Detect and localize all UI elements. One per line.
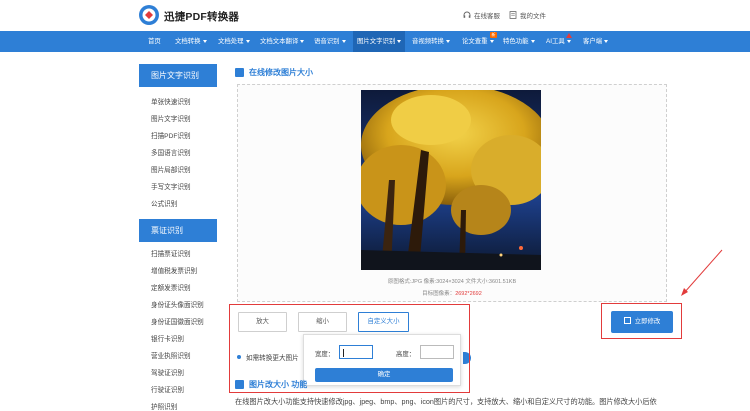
- chevron-down-icon: [202, 39, 207, 43]
- nav-image-ocr[interactable]: 图片文字识别: [353, 31, 406, 52]
- nav-paper-check-label: 论文查重: [462, 38, 488, 45]
- section-marker-icon: [235, 68, 244, 77]
- nav-features-label: 特色功能: [503, 38, 529, 45]
- nav-speech[interactable]: 语音识别: [314, 31, 346, 52]
- nav-paper-check[interactable]: 论文查重: [462, 31, 494, 52]
- online-service-link[interactable]: 在线客服: [463, 10, 500, 20]
- page: 迅捷PDF转换器 在线客服 我的文件 首页 文档转换 文档处理 文档文本翻译 语…: [0, 0, 750, 411]
- sidebar-item[interactable]: 多国语言识别: [139, 145, 217, 162]
- chevron-down-icon: [397, 39, 402, 43]
- nav-av-convert-label: 音视频转换: [412, 38, 444, 45]
- sidebar-group-title-ocr[interactable]: 图片文字识别: [139, 64, 217, 87]
- page-title-text: 在线修改图片大小: [249, 68, 313, 77]
- top-header: 迅捷PDF转换器 在线客服 我的文件: [0, 0, 750, 30]
- nav-client-label: 客户端: [583, 38, 603, 45]
- annotation-highlight-apply: [601, 303, 682, 339]
- ginkgo-tree-photo-icon: [361, 90, 541, 270]
- chevron-down-icon: [445, 39, 450, 43]
- headset-icon: [463, 11, 471, 18]
- chevron-down-icon: [566, 39, 571, 43]
- my-files-link[interactable]: 我的文件: [509, 10, 546, 20]
- nav-doc-process[interactable]: 文档处理: [218, 31, 250, 52]
- nav-doc-process-label: 文档处理: [218, 38, 244, 45]
- new-badge: 新: [490, 32, 497, 38]
- image-meta-original: 原图格式:JPG 像素:3024×3024 文件大小:3601.51KB: [387, 279, 517, 285]
- nav-doc-translate-label: 文档文本翻译: [260, 38, 299, 45]
- annotation-highlight-tools: [229, 304, 470, 393]
- sidebar-item[interactable]: 驾驶证识别: [139, 365, 217, 382]
- chevron-down-icon: [604, 39, 609, 43]
- target-size-label: 目标图像素：: [422, 291, 456, 297]
- nav-doc-convert[interactable]: 文档转换: [175, 31, 207, 52]
- chevron-down-icon: [489, 39, 494, 43]
- sidebar-item[interactable]: 单张快速识别: [139, 94, 217, 111]
- app-logo-icon[interactable]: [138, 4, 160, 26]
- nav-home-label: 首页: [148, 38, 161, 45]
- nav-home[interactable]: 首页: [148, 31, 161, 52]
- chevron-down-icon: [300, 39, 305, 43]
- sidebar-item[interactable]: 营业执照识别: [139, 348, 217, 365]
- sidebar-item[interactable]: 身份证头像面识别: [139, 297, 217, 314]
- nav-speech-label: 语音识别: [314, 38, 340, 45]
- sidebar-item[interactable]: 行驶证识别: [139, 382, 217, 399]
- nav-features[interactable]: 特色功能: [503, 31, 535, 52]
- chevron-down-icon: [245, 39, 250, 43]
- my-files-label: 我的文件: [520, 13, 546, 20]
- sidebar-item[interactable]: 定额发票识别: [139, 280, 217, 297]
- file-icon: [509, 11, 517, 19]
- sidebar-item[interactable]: 护照识别: [139, 399, 217, 411]
- brand-name[interactable]: 迅捷PDF转换器: [164, 9, 239, 24]
- online-service-label: 在线客服: [474, 13, 500, 20]
- nav-av-convert[interactable]: 音视频转换: [412, 31, 450, 52]
- feature-description: 在线图片改大小功能支持快速修改jpg、jpeg、bmp、png、icon图片的尺…: [235, 397, 657, 406]
- sidebar-group-title-tickets[interactable]: 票证识别: [139, 219, 217, 242]
- sidebar-item[interactable]: 增值税发票识别: [139, 263, 217, 280]
- sidebar-item[interactable]: 身份证国徽面识别: [139, 314, 217, 331]
- sidebar-item[interactable]: 扫描票证识别: [139, 246, 217, 263]
- main-nav: 首页 文档转换 文档处理 文档文本翻译 语音识别 图片文字识别 音视频转换 论文…: [0, 31, 750, 52]
- sidebar-item[interactable]: 扫描PDF识别: [139, 128, 217, 145]
- target-size-value: 2692*2692: [455, 291, 482, 297]
- sidebar: 图片文字识别 单张快速识别 图片文字识别 扫描PDF识别 多国语言识别 图片局部…: [139, 64, 217, 411]
- preview-image: [361, 90, 541, 270]
- nav-doc-translate[interactable]: 文档文本翻译: [260, 31, 305, 52]
- chevron-down-icon: [341, 39, 346, 43]
- sidebar-item[interactable]: 公式识别: [139, 196, 217, 213]
- sidebar-item[interactable]: 银行卡识别: [139, 331, 217, 348]
- page-title: 在线修改图片大小: [235, 67, 313, 78]
- image-meta-target: 目标图像素：2692*2692: [237, 289, 667, 297]
- sidebar-item[interactable]: 图片文字识别: [139, 111, 217, 128]
- nav-client[interactable]: 客户端: [583, 31, 609, 52]
- nav-ai-tools-label: AI工具: [546, 38, 565, 45]
- sidebar-item[interactable]: 手写文字识别: [139, 179, 217, 196]
- hot-flag-icon: [566, 33, 572, 38]
- chevron-down-icon: [530, 39, 535, 43]
- nav-image-ocr-label: 图片文字识别: [357, 38, 396, 45]
- nav-doc-convert-label: 文档转换: [175, 38, 201, 45]
- sidebar-item[interactable]: 图片局部识别: [139, 162, 217, 179]
